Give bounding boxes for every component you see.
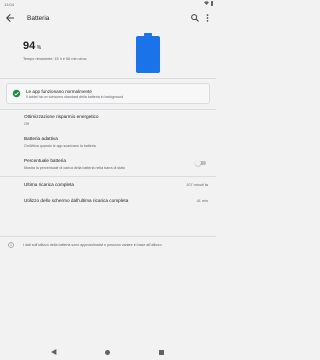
navigation-bar — [0, 344, 216, 360]
adaptive-battery-summary: On/Attiva quando le app scaricano la bat… — [24, 143, 96, 148]
wifi-icon — [203, 1, 209, 6]
adaptive-battery-title: Batteria adattiva — [24, 136, 58, 141]
adaptive-battery-item[interactable]: Batteria adattiva On/Attiva quando le ap… — [24, 136, 96, 148]
screen-usage-title: Utilizzo dello schermo dall'ultima ricar… — [24, 198, 129, 203]
header-divider — [0, 78, 216, 79]
battery-percentage-item[interactable]: Percentuale batteria Mostra la percentua… — [24, 158, 125, 170]
battery-time-remaining: Tempo rimanente: 15 h e 56 min circa — [23, 57, 87, 61]
section-divider — [0, 109, 216, 110]
nav-back-icon[interactable] — [51, 349, 57, 355]
battery-percentage-summary: Mostra la percentuale di carica della ba… — [24, 165, 126, 170]
status-time: 13:04 — [4, 1, 15, 7]
last-full-charge-item: Ultima ricarica completa — [24, 182, 74, 187]
search-icon[interactable] — [190, 13, 200, 23]
screen-usage-item: Utilizzo dello schermo dall'ultima ricar… — [24, 198, 128, 203]
section-divider — [0, 236, 216, 237]
app-bar: Batteria — [0, 8, 216, 28]
battery-status-card[interactable]: Le app funzionano normalmente Il tablet … — [6, 83, 210, 104]
battery-percent-value: 94 — [23, 40, 36, 52]
info-icon — [8, 242, 14, 248]
battery-saver-summary: Off — [24, 121, 29, 126]
section-divider — [0, 176, 216, 177]
battery-percent-symbol: % — [36, 45, 42, 51]
battery-percentage: 94 % — [23, 40, 41, 52]
battery-info-text: I dati sull'utilizzo della batteria sono… — [23, 243, 162, 247]
battery-percentage-title: Percentuale batteria — [24, 158, 66, 163]
battery-saver-item[interactable]: Ottimizzazione risparmio energetico Off — [24, 114, 99, 126]
last-full-charge-value: 107 minuti fa — [186, 183, 208, 187]
status-battery-icon — [210, 1, 213, 6]
screen-usage-value: 41 min — [196, 199, 208, 203]
nav-home-icon[interactable] — [105, 349, 110, 355]
battery-percentage-toggle[interactable] — [195, 159, 206, 166]
battery-status-subtitle: Il tablet ha un consumo standard della b… — [26, 95, 124, 99]
back-arrow-icon[interactable] — [4, 12, 16, 24]
toggle-knob — [195, 159, 201, 166]
status-bar: 13:04 — [0, 0, 216, 8]
last-full-charge-title: Ultima ricarica completa — [24, 182, 75, 187]
battery-status-title: Le app funzionano normalmente — [26, 88, 92, 94]
nav-recents-icon[interactable] — [159, 349, 164, 355]
status-icons — [203, 1, 213, 6]
page-title: Batteria — [27, 14, 50, 22]
check-circle-icon — [12, 89, 21, 98]
battery-level-icon — [136, 33, 160, 73]
battery-saver-title: Ottimizzazione risparmio energetico — [24, 114, 99, 119]
more-options-icon[interactable] — [205, 13, 210, 23]
